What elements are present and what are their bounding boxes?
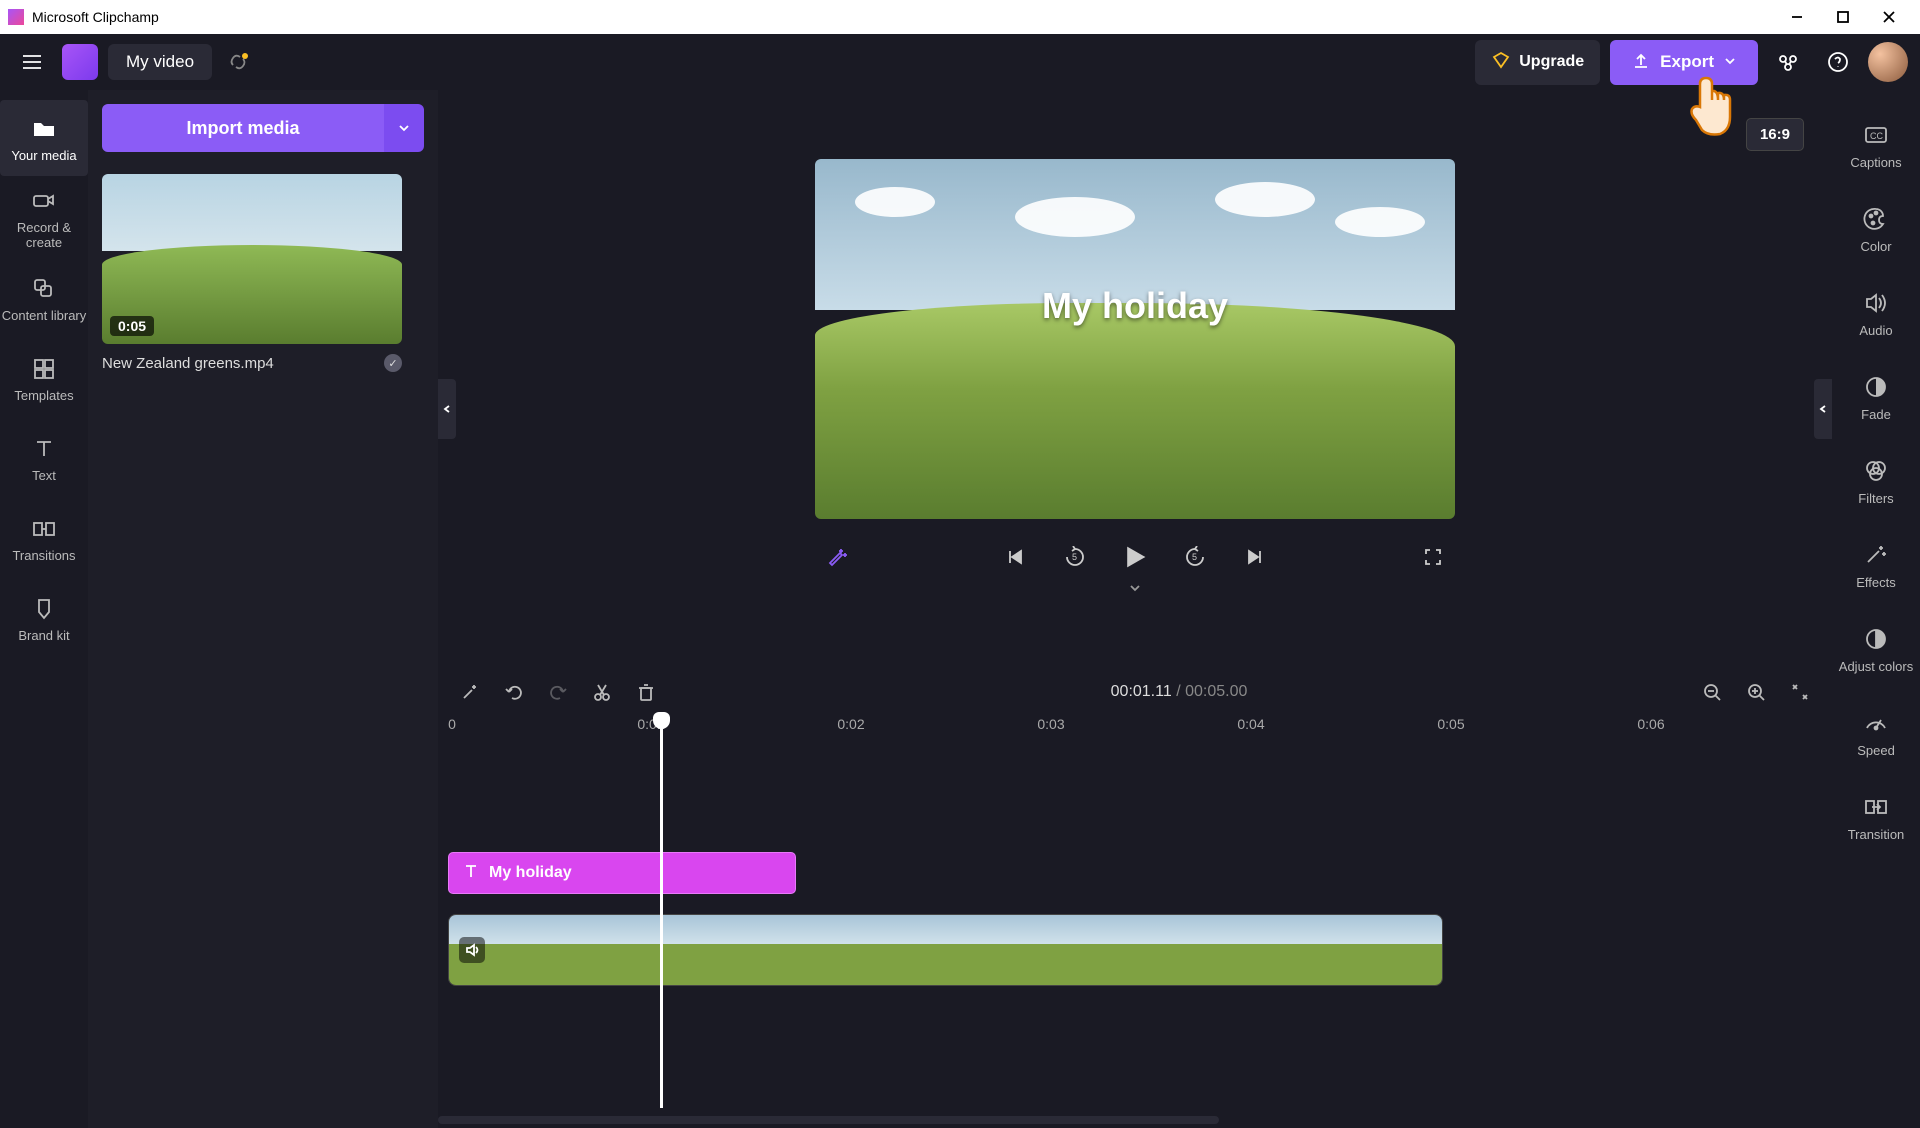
upload-icon [1632,51,1650,74]
undo-button[interactable] [500,678,528,706]
collapse-left-button[interactable] [438,379,456,439]
menu-button[interactable] [12,42,52,82]
contrast-icon [1861,624,1891,654]
brand-icon [29,594,59,624]
playback-controls: 5 5 [815,541,1455,573]
media-thumbnail[interactable]: 0:05 New Zealand greens.mp4 ✓ [102,174,402,372]
video-clip[interactable] [448,914,1443,986]
speaker-icon [1861,288,1891,318]
thumbnail-image: 0:05 [102,174,402,344]
import-dropdown-button[interactable] [384,104,424,152]
video-preview[interactable]: My holiday [815,159,1455,519]
timeline-scrollbar[interactable] [438,1116,1219,1124]
timeline-ruler[interactable]: 0 0:01 0:02 0:03 0:04 0:05 0:06 [438,716,1832,744]
right-item-effects[interactable]: Effects [1832,524,1920,606]
svg-text:5: 5 [1192,552,1197,562]
right-item-speed[interactable]: Speed [1832,692,1920,774]
sidebar-item-brand-kit[interactable]: Brand kit [0,580,88,656]
left-sidebar: Your media Record & create Content libra… [0,90,88,1128]
sidebar-item-templates[interactable]: Templates [0,340,88,416]
wand-icon [1861,540,1891,570]
timeline: 00:01.11 / 00:05.00 0 0:01 0:02 0:03 0:0… [438,668,1832,1128]
captions-icon: CC [1861,120,1891,150]
media-panel: Import media 0:05 New Zealand greens.mp4… [88,90,438,1128]
skip-start-button[interactable] [999,541,1031,573]
magic-tool-button[interactable] [456,678,484,706]
transitions-icon [29,514,59,544]
text-clip[interactable]: My holiday [448,852,796,894]
text-icon [463,863,479,884]
sidebar-item-your-media[interactable]: Your media [0,100,88,176]
preview-text-overlay: My holiday [1042,285,1228,327]
cursor-hand-icon [1680,72,1740,132]
right-item-filters[interactable]: Filters [1832,440,1920,522]
upgrade-button[interactable]: Upgrade [1475,40,1600,85]
collapse-right-button[interactable] [1814,379,1832,439]
close-button[interactable] [1866,0,1912,34]
user-avatar[interactable] [1868,42,1908,82]
fit-button[interactable] [1786,678,1814,706]
forward-5-button[interactable]: 5 [1179,541,1211,573]
folder-icon [29,114,59,144]
filters-icon [1861,456,1891,486]
auto-enhance-button[interactable] [821,541,853,573]
delete-button[interactable] [632,678,660,706]
diamond-icon [1491,50,1511,75]
timeline-timecode: 00:01.11 / 00:05.00 [1111,683,1248,701]
playhead[interactable] [660,714,663,1108]
library-icon [29,274,59,304]
svg-text:5: 5 [1072,552,1077,562]
thumbnail-duration: 0:05 [110,316,154,336]
right-item-captions[interactable]: CC Captions [1832,104,1920,186]
maximize-button[interactable] [1820,0,1866,34]
fullscreen-button[interactable] [1417,541,1449,573]
audio-icon[interactable] [459,937,485,963]
sidebar-item-transitions[interactable]: Transitions [0,500,88,576]
redo-button[interactable] [544,678,572,706]
right-item-color[interactable]: Color [1832,188,1920,270]
share-button[interactable] [1768,42,1808,82]
palette-icon [1861,204,1891,234]
right-item-transition[interactable]: Transition [1832,776,1920,858]
app-name: Microsoft Clipchamp [32,9,1774,25]
skip-end-button[interactable] [1239,541,1271,573]
project-name-input[interactable]: My video [108,44,212,80]
right-item-fade[interactable]: Fade [1832,356,1920,438]
expand-timeline-button[interactable] [1128,581,1142,600]
timeline-toolbar: 00:01.11 / 00:05.00 [438,668,1832,716]
sync-status-icon[interactable] [224,48,252,76]
thumbnail-filename: New Zealand greens.mp4 ✓ [102,354,402,372]
timeline-tracks[interactable]: My holiday [438,744,1832,1108]
right-item-audio[interactable]: Audio [1832,272,1920,354]
right-sidebar: CC Captions Color Audio Fade Filters Eff… [1832,90,1920,1128]
window-titlebar: Microsoft Clipchamp [0,0,1920,34]
preview-area: 16:9 My holiday 5 5 [438,90,1832,668]
transition-icon [1861,792,1891,822]
zoom-out-button[interactable] [1698,678,1726,706]
help-button[interactable] [1818,42,1858,82]
right-item-adjust-colors[interactable]: Adjust colors [1832,608,1920,690]
check-icon: ✓ [384,354,402,372]
minimize-button[interactable] [1774,0,1820,34]
sidebar-item-content-library[interactable]: Content library [0,260,88,336]
chevron-down-icon [1724,52,1736,72]
top-toolbar: My video Upgrade Export [0,34,1920,90]
text-icon [29,434,59,464]
sidebar-item-text[interactable]: Text [0,420,88,496]
play-button[interactable] [1119,541,1151,573]
zoom-in-button[interactable] [1742,678,1770,706]
rewind-5-button[interactable]: 5 [1059,541,1091,573]
gauge-icon [1861,708,1891,738]
fade-icon [1861,372,1891,402]
aspect-ratio-button[interactable]: 16:9 [1746,118,1804,151]
svg-text:CC: CC [1870,131,1883,141]
camera-icon [29,186,59,216]
split-button[interactable] [588,678,616,706]
sidebar-item-record-create[interactable]: Record & create [0,180,88,256]
templates-icon [29,354,59,384]
app-logo [62,44,98,80]
app-icon [8,9,24,25]
import-media-button[interactable]: Import media [102,104,424,152]
